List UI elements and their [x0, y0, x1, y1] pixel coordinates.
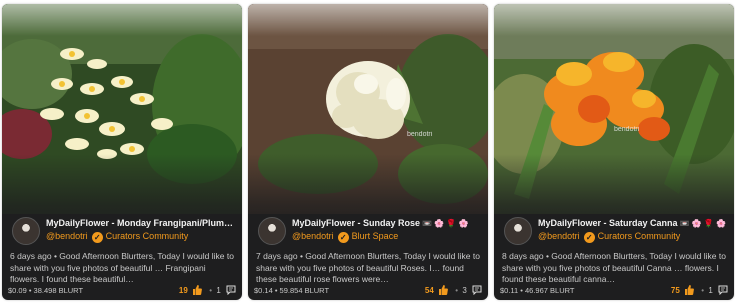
post-excerpt[interactable]: 7 days ago • Good Afternoon Blurtters, T…	[256, 251, 482, 287]
thumbs-up-icon[interactable]	[684, 285, 694, 297]
check-badge-icon: ✓	[337, 232, 349, 243]
post-meta: @bendotri ✓ Blurt Space	[292, 231, 398, 243]
post-card[interactable]: MyDailyFlower - Monday Frangipani/Plume……	[2, 4, 242, 300]
vote-count: 19	[178, 286, 188, 295]
post-title[interactable]: MyDailyFlower - Saturday Canna 📼 🌸 🌹 🌸	[538, 218, 728, 228]
avatar[interactable]	[12, 217, 40, 245]
author-link[interactable]: @bendotri	[46, 231, 88, 241]
check-badge-icon: ✓	[583, 232, 595, 243]
image-watermark: bendotri	[614, 126, 640, 133]
post-thumbnail[interactable]	[2, 4, 242, 214]
author-link[interactable]: @bendotri	[292, 231, 334, 241]
post-thumbnail[interactable]: bendotri	[494, 4, 734, 214]
payout-stats: $0.11 • 46.967 BLURT	[500, 286, 575, 295]
post-meta: @bendotri ✓ Curators Community	[538, 231, 680, 243]
post-thumbnail[interactable]: bendotri	[248, 4, 488, 214]
post-excerpt[interactable]: 6 days ago • Good Afternoon Blurtters, T…	[10, 251, 236, 287]
post-title[interactable]: MyDailyFlower - Monday Frangipani/Plume…	[46, 218, 236, 228]
avatar[interactable]	[258, 217, 286, 245]
comment-count: 1	[708, 286, 713, 295]
post-footer: $0.09 • 38.498 BLURT 19 • 1	[8, 285, 236, 297]
post-header: MyDailyFlower - Saturday Canna 📼 🌸 🌹 🌸 @b…	[504, 215, 728, 245]
post-header: MyDailyFlower - Sunday Rose 📼 🌸 🌹 🌸 @bend…	[258, 215, 482, 245]
thumbs-up-icon[interactable]	[438, 285, 448, 297]
community-link[interactable]: Blurt Space	[352, 231, 399, 241]
comment-icon[interactable]	[472, 285, 482, 297]
payout-stats: $0.09 • 38.498 BLURT	[8, 286, 84, 295]
vote-count: 54	[424, 286, 434, 295]
post-title[interactable]: MyDailyFlower - Sunday Rose 📼 🌸 🌹 🌸	[292, 218, 482, 228]
post-card[interactable]: bendotri MyDailyFlower - Sunday Rose 📼 🌸 …	[248, 4, 488, 300]
post-header: MyDailyFlower - Monday Frangipani/Plume……	[12, 215, 236, 245]
comment-count: 1	[216, 286, 221, 295]
downvote-separator: •	[701, 286, 705, 295]
check-badge-icon: ✓	[91, 232, 103, 243]
vote-count: 75	[670, 286, 680, 295]
comment-icon[interactable]	[718, 285, 728, 297]
post-meta: @bendotri ✓ Curators Community	[46, 231, 188, 243]
author-link[interactable]: @bendotri	[538, 231, 580, 241]
community-link[interactable]: Curators Community	[598, 231, 681, 241]
downvote-separator: •	[209, 286, 213, 295]
post-actions: 54 • 3	[425, 285, 482, 297]
thumbs-up-icon[interactable]	[192, 285, 202, 297]
payout-stats: $0.14 • 59.854 BLURT	[254, 286, 330, 295]
comment-count: 3	[462, 286, 467, 295]
comment-icon[interactable]	[226, 285, 236, 297]
post-footer: $0.11 • 46.967 BLURT 75 • 1	[500, 285, 728, 297]
post-actions: 75 • 1	[671, 285, 728, 297]
post-excerpt[interactable]: 8 days ago • Good Afternoon Blurtters, T…	[502, 251, 728, 287]
community-link[interactable]: Curators Community	[106, 231, 189, 241]
avatar[interactable]	[504, 217, 532, 245]
post-card[interactable]: bendotri MyDailyFlower - Saturday Canna 📼…	[494, 4, 734, 300]
image-watermark: bendotri	[407, 131, 433, 138]
post-actions: 19 • 1	[179, 285, 236, 297]
post-footer: $0.14 • 59.854 BLURT 54 • 3	[254, 285, 482, 297]
downvote-separator: •	[455, 286, 459, 295]
